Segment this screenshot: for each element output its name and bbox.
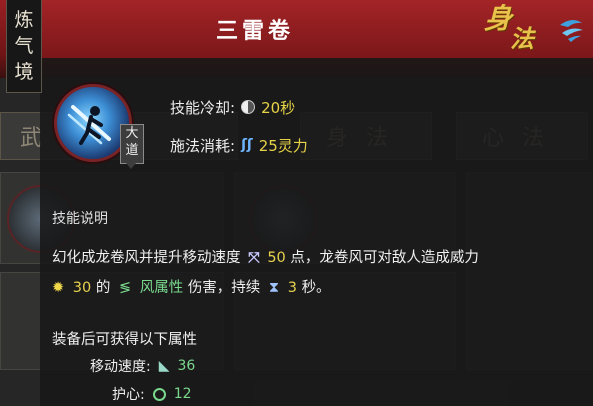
wind-slash-figure-icon (67, 105, 111, 145)
tier-tag: 大 道 (120, 124, 144, 169)
realm-label: 炼 气 境 (6, 0, 42, 93)
cooldown-value: 20秒 (261, 98, 296, 117)
spirit-power-icon: ʃʃ (241, 137, 253, 153)
boot-icon: ◣ (158, 358, 170, 374)
heart-shield-icon (152, 387, 166, 401)
skill-name: 三雷卷 (215, 18, 294, 44)
cooldown-icon (241, 100, 256, 114)
tier-tag-char: 大 (125, 126, 139, 141)
wind-element-icon: ≶ (118, 280, 132, 296)
attribute-value: 36 (177, 358, 196, 374)
attribute-label: 移动速度: (90, 359, 151, 375)
school-badge-char: 身 (484, 2, 513, 35)
duration-value: 3 (287, 280, 297, 296)
school-badge: 身 法 (484, 4, 546, 56)
attribute-value: 12 (173, 386, 192, 402)
description-text: 伤害，持续 (187, 280, 261, 296)
cost-value: 25灵力 (258, 136, 308, 155)
description-text: 秒。 (301, 280, 331, 296)
cost-label: 施法消耗: (170, 136, 236, 155)
description-text: 幻化成龙卷风并提升移动速度 (52, 250, 241, 266)
description-line: ✹ 30 的 ≶ 风属性 伤害，持续 ⧗ 3 秒。 (52, 276, 331, 297)
realm-char: 气 (14, 35, 34, 57)
attribute-label: 护心: (112, 387, 145, 403)
realm-char: 境 (14, 61, 34, 83)
wind-icon (560, 19, 583, 42)
element-name: 风属性 (139, 280, 184, 296)
school-badge-char: 法 (510, 24, 534, 53)
speed-bonus-value: 50 (267, 250, 286, 266)
power-icon: ✹ (52, 280, 65, 296)
hourglass-icon: ⧗ (268, 280, 280, 296)
attribute-row: 移动速度: ◣ 36 (90, 356, 195, 376)
description-line: 幻化成龙卷风并提升移动速度 ⤧ 50 点，龙卷风可对敌人造成威力 (52, 246, 479, 267)
tier-tag-char: 道 (125, 143, 139, 158)
description-text: 点，龙卷风可对敌人造成威力 (290, 250, 479, 266)
cooldown-row: 技能冷却: 20秒 (170, 96, 295, 118)
description-text: 的 (95, 280, 111, 296)
move-speed-icon: ⤧ (248, 250, 260, 266)
power-value: 30 (72, 280, 92, 296)
equip-attributes-title: 装备后可获得以下属性 (52, 332, 197, 348)
realm-char: 炼 (14, 9, 34, 31)
description-title: 技能说明 (52, 211, 108, 227)
cost-row: 施法消耗: ʃʃ 25灵力 (170, 134, 308, 156)
cooldown-label: 技能冷却: (170, 98, 236, 117)
attribute-row: 护心: 12 (112, 384, 192, 404)
